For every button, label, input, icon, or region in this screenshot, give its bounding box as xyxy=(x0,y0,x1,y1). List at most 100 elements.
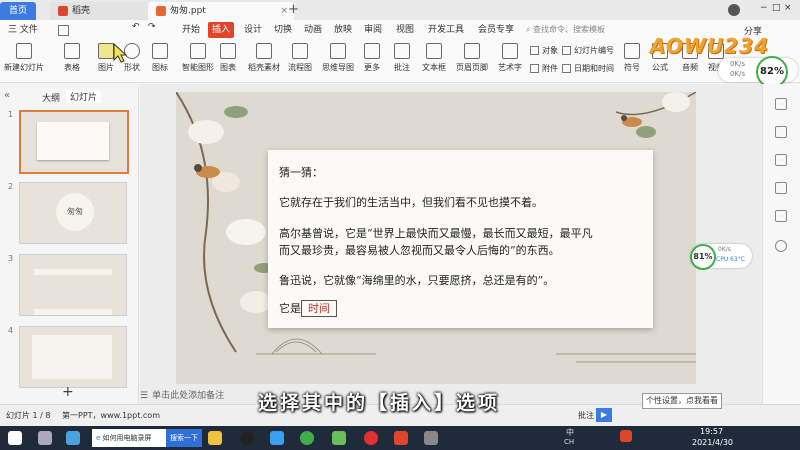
menu-item[interactable]: 放映 xyxy=(330,22,356,38)
ime-indicator[interactable]: CH xyxy=(564,438,574,446)
language-indicator[interactable]: 中 xyxy=(566,427,574,438)
ribbon-label: 稻壳素材 xyxy=(248,63,280,72)
clock-date[interactable]: 2021/4/30 xyxy=(692,438,733,447)
table-button[interactable]: 表格 xyxy=(56,43,88,73)
slide-number: 3 xyxy=(8,254,14,263)
ribbon-label: 批注 xyxy=(394,63,410,72)
slide-thumbnail-2[interactable]: 匆匆 xyxy=(19,182,127,244)
ribbon-label: 日期和时间 xyxy=(574,64,614,73)
avatar[interactable] xyxy=(728,4,740,16)
new-slide-button[interactable]: 新建幻灯片 xyxy=(4,43,44,73)
taskbar: e 如何用电脑录屏 搜索一下 中 CH 19:57 2021/4/30 xyxy=(0,426,800,450)
minimize-icon[interactable]: − xyxy=(760,3,768,13)
collapse-panel-icon[interactable]: « xyxy=(4,90,10,101)
slide-thumbnail-1[interactable] xyxy=(19,110,129,174)
more-tools-icon[interactable] xyxy=(775,240,787,252)
add-slide-button[interactable]: + xyxy=(62,384,74,400)
save-icon[interactable] xyxy=(58,25,69,36)
slide-number-button[interactable]: 幻灯片编号 xyxy=(562,45,614,57)
slide-count: 幻灯片 1 / 8 xyxy=(6,411,51,420)
start-icon[interactable] xyxy=(8,431,22,445)
wordart-button[interactable]: 艺术字 xyxy=(490,43,530,73)
tab-docer[interactable]: 稻壳 xyxy=(50,2,156,20)
new-tab-button[interactable]: + xyxy=(288,2,299,17)
tab-slides[interactable]: 幻灯片 xyxy=(66,90,102,103)
answer-box[interactable]: 时间 xyxy=(301,300,337,317)
icon-button[interactable]: 图标 xyxy=(144,43,176,73)
task-view-icon[interactable] xyxy=(38,431,52,445)
menu-insert[interactable]: 插入 xyxy=(208,22,235,38)
menu-item[interactable]: 设计 xyxy=(240,22,266,38)
shape-style-icon[interactable] xyxy=(775,126,787,138)
wps-icon[interactable] xyxy=(394,431,408,445)
close-icon[interactable]: × xyxy=(280,2,288,20)
chart-button[interactable]: 图表 xyxy=(212,43,244,73)
search-taskbar-button[interactable]: 搜索一下 xyxy=(166,429,202,447)
menu-file[interactable]: 三 文件 xyxy=(4,22,42,38)
mindmap-button[interactable]: 思维导图 xyxy=(318,43,358,73)
play-button[interactable]: ▶ xyxy=(596,408,612,422)
redo-icon[interactable]: ↷ xyxy=(148,22,156,32)
slide-thumbnail-4[interactable] xyxy=(19,326,127,388)
search-box[interactable]: ⌕ 查找命令、搜索模板 xyxy=(526,23,605,37)
riddle-line: 而又最珍贵，最容易被人忽视而又最令人后悔的”的东西。 xyxy=(279,244,560,257)
comment-button[interactable]: 批注 xyxy=(386,43,418,73)
qq-icon[interactable] xyxy=(240,431,254,445)
docer-material-button[interactable]: 稻壳素材 xyxy=(244,43,284,73)
attachment-icon xyxy=(530,64,539,73)
riddle-text-box[interactable]: 猜一猜： 它就存在于我们的生活当中，但我们看不见也摸不着。 高尔基曾说，它是“世… xyxy=(268,150,653,328)
record-icon[interactable] xyxy=(364,431,378,445)
window-controls: − □ × xyxy=(700,3,796,17)
date-time-button[interactable]: 日期和时间 xyxy=(562,63,614,75)
close-window-icon[interactable]: × xyxy=(784,3,792,13)
ribbon-label: 图标 xyxy=(152,63,168,72)
tab-outline[interactable]: 大纲 xyxy=(42,91,60,104)
comment-toggle[interactable]: 批注 xyxy=(578,410,594,421)
maximize-icon[interactable]: □ xyxy=(772,3,781,13)
search-icon: ⌕ xyxy=(526,25,531,34)
net-speed-mid: 0K/s xyxy=(718,246,731,253)
menu-item[interactable]: 审阅 xyxy=(360,22,386,38)
attachment-button[interactable]: 附件 xyxy=(530,63,558,75)
app-icon[interactable] xyxy=(66,431,80,445)
menu-item[interactable]: 开发工具 xyxy=(424,22,468,38)
memory-gauge-mid[interactable]: 81% xyxy=(690,244,716,270)
menu-item[interactable]: 会员专享 xyxy=(474,22,518,38)
layout-icon[interactable] xyxy=(775,210,787,222)
format-icon[interactable] xyxy=(775,98,787,110)
more-button[interactable]: 更多 xyxy=(356,43,388,73)
menu-item[interactable]: 视图 xyxy=(392,22,418,38)
browser-taskbar-button[interactable]: e 如何用电脑录屏 xyxy=(92,429,168,447)
cpu-temp: CPU 63°C xyxy=(716,256,745,263)
misc-app-icon[interactable] xyxy=(424,431,438,445)
flowchart-button[interactable]: 流程图 xyxy=(284,43,316,73)
ribbon-label: 表格 xyxy=(64,63,80,72)
watermark-logo: AOWU234 xyxy=(650,34,769,58)
quick-access-icons: ↶ ↷ xyxy=(58,22,168,36)
notes-app-icon[interactable] xyxy=(332,431,346,445)
slide-thumbnail-3[interactable] xyxy=(19,254,127,316)
sogou-icon[interactable] xyxy=(620,430,632,442)
wechat-icon[interactable] xyxy=(300,431,314,445)
system-monitor-widget: 81% 0K/s CPU 63°C xyxy=(690,244,752,270)
slide-number: 1 xyxy=(8,110,14,119)
undo-icon[interactable]: ↶ xyxy=(132,22,140,32)
tab-home[interactable]: 首页 xyxy=(0,2,36,20)
right-toolbar xyxy=(762,84,800,404)
flowchart-icon xyxy=(292,43,308,59)
menu-item[interactable]: 动画 xyxy=(300,22,326,38)
docer-material-icon xyxy=(256,43,272,59)
textbox-button[interactable]: 文本框 xyxy=(418,43,450,73)
header-footer-button[interactable]: 页眉页脚 xyxy=(452,43,492,73)
tab-document[interactable]: 匆匆.ppt × xyxy=(148,2,294,20)
thumb-boxes xyxy=(34,269,112,315)
tencent-icon[interactable] xyxy=(270,431,284,445)
folder-icon[interactable] xyxy=(208,431,222,445)
animation-icon[interactable] xyxy=(775,154,787,166)
browser-label: 如何用电脑录屏 xyxy=(102,434,152,442)
menu-item[interactable]: 开始 xyxy=(178,22,204,38)
property-icon[interactable] xyxy=(775,182,787,194)
clock-time[interactable]: 19:57 xyxy=(700,427,723,436)
object-button[interactable]: 对象 xyxy=(530,45,558,57)
menu-item[interactable]: 切换 xyxy=(270,22,296,38)
